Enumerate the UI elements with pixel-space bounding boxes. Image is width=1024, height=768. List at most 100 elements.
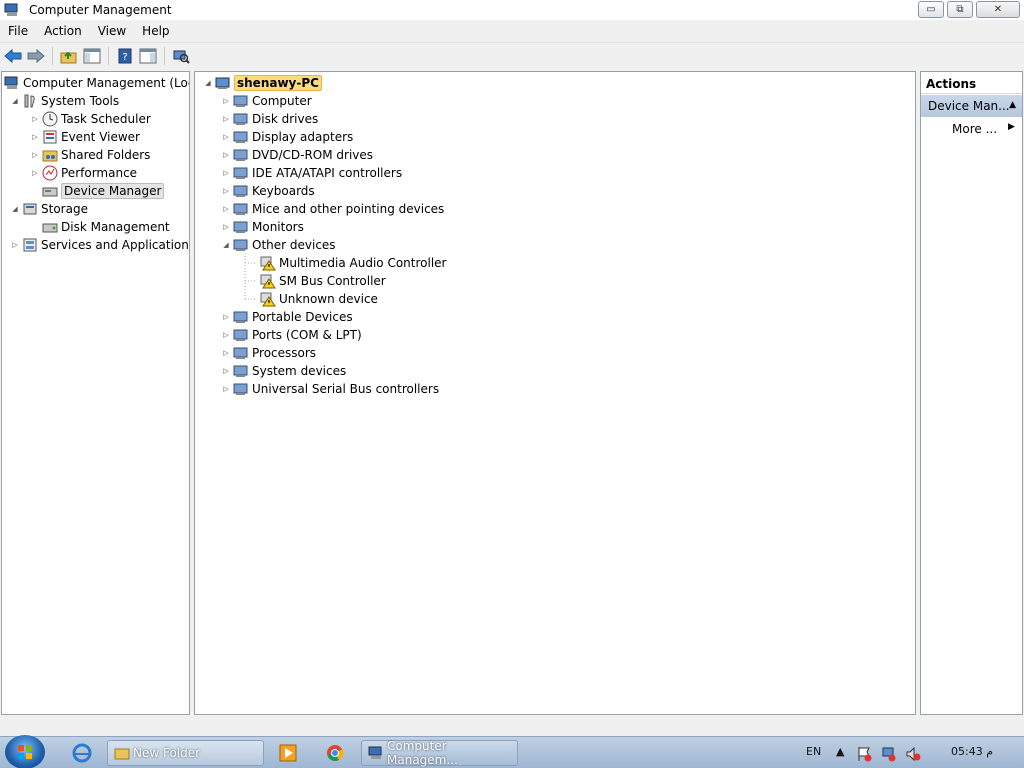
- collapse-arrow-icon[interactable]: ◢: [221, 241, 231, 249]
- collapse-arrow-icon[interactable]: ◢: [10, 205, 20, 213]
- taskbar-computer-management[interactable]: Computer Managem...: [361, 739, 518, 767]
- clock[interactable]: 05:43 م: [951, 745, 993, 758]
- menu-view[interactable]: View: [90, 24, 134, 38]
- device-category-row[interactable]: ▷ Monitors: [221, 218, 304, 236]
- expand-arrow-icon[interactable]: ▷: [221, 151, 231, 159]
- expand-arrow-icon[interactable]: ▷: [30, 115, 40, 123]
- warning-icon: [260, 273, 276, 289]
- language-indicator[interactable]: EN: [806, 745, 821, 758]
- expand-arrow-icon[interactable]: ▷: [221, 187, 231, 195]
- tree-item-storage[interactable]: ◢ Storage: [10, 200, 88, 218]
- device-category-row[interactable]: ▷ Mice and other pointing devices: [221, 200, 444, 218]
- device-category-row[interactable]: ◢ Other devices: [221, 236, 335, 254]
- device-category-row[interactable]: ▷ Universal Serial Bus controllers: [221, 380, 439, 398]
- actions-section-device-manager[interactable]: Device Man... ▲: [921, 95, 1022, 117]
- expand-arrow-icon[interactable]: ▷: [221, 223, 231, 231]
- tree-item-computer-management[interactable]: Computer Management (Local: [4, 74, 189, 92]
- tree-label: Event Viewer: [61, 130, 140, 144]
- menu-bar: File Action View Help: [0, 20, 1024, 41]
- device-category-row[interactable]: ▷ Disk drives: [221, 110, 318, 128]
- internet-explorer-icon[interactable]: [72, 743, 92, 763]
- tree-item-disk-management[interactable]: Disk Management: [42, 218, 170, 236]
- menu-help[interactable]: Help: [134, 24, 177, 38]
- menu-action[interactable]: Action: [36, 24, 90, 38]
- minimize-button[interactable]: ▭: [918, 1, 944, 18]
- collapse-arrow-icon[interactable]: ◢: [203, 79, 213, 87]
- expand-arrow-icon[interactable]: ▷: [221, 331, 231, 339]
- expand-arrow-icon[interactable]: ▷: [221, 385, 231, 393]
- device-category-row[interactable]: Unknown device: [260, 290, 378, 308]
- tree-item-shared-folders[interactable]: ▷ Shared Folders: [30, 146, 150, 164]
- device-category-row[interactable]: ▷ Computer: [221, 92, 311, 110]
- device-category-label: Display adapters: [252, 130, 354, 144]
- network-icon[interactable]: [881, 746, 897, 762]
- svg-text:?: ?: [122, 52, 127, 63]
- show-hide-console-tree-icon[interactable]: [82, 46, 102, 66]
- expand-arrow-icon[interactable]: ▷: [30, 151, 40, 159]
- back-arrow-icon[interactable]: [3, 46, 23, 66]
- device-category-row[interactable]: ▷ Processors: [221, 344, 316, 362]
- tree-item-system-tools[interactable]: ◢ System Tools: [10, 92, 119, 110]
- mouse-icon: [233, 201, 249, 217]
- expand-arrow-icon[interactable]: ▷: [221, 133, 231, 141]
- forward-arrow-icon[interactable]: [26, 46, 46, 66]
- help-icon[interactable]: ?: [115, 46, 135, 66]
- computer-management-icon: [368, 745, 384, 761]
- expand-arrow-icon[interactable]: ▷: [30, 133, 40, 141]
- expand-arrow-icon[interactable]: ▷: [30, 169, 40, 177]
- device-category-row[interactable]: Multimedia Audio Controller: [260, 254, 446, 272]
- close-button[interactable]: ✕: [976, 1, 1020, 18]
- device-category-row[interactable]: ▷ Portable Devices: [221, 308, 352, 326]
- maximize-button[interactable]: ⧉: [947, 1, 973, 18]
- disk-management-icon: [42, 219, 58, 235]
- tree-item-event-viewer[interactable]: ▷ Event Viewer: [30, 128, 140, 146]
- expand-arrow-icon[interactable]: ▷: [221, 97, 231, 105]
- device-category-label: Monitors: [252, 220, 304, 234]
- device-tree-pane: ◢ shenawy-PC ▷ Computer ▷ Disk drives ▷ Displ…: [194, 71, 916, 715]
- collapse-arrow-icon[interactable]: ◢: [10, 97, 20, 105]
- chrome-icon[interactable]: [325, 743, 345, 763]
- expand-arrow-icon[interactable]: ▷: [221, 367, 231, 375]
- expand-arrow-icon[interactable]: ▷: [221, 313, 231, 321]
- dvd-drive-icon: [233, 147, 249, 163]
- device-category-row[interactable]: ▷ IDE ATA/ATAPI controllers: [221, 164, 402, 182]
- device-category-row[interactable]: ▷ Display adapters: [221, 128, 353, 146]
- up-folder-icon[interactable]: [59, 46, 79, 66]
- media-player-icon[interactable]: [278, 743, 298, 763]
- tree-item-performance[interactable]: ▷ Performance: [30, 164, 137, 182]
- computer-management-icon: [4, 2, 20, 18]
- actions-header: Actions: [921, 72, 1022, 94]
- device-category-row[interactable]: ▷ Keyboards: [221, 182, 314, 200]
- start-button[interactable]: [5, 735, 45, 768]
- device-category-label: Universal Serial Bus controllers: [252, 382, 440, 396]
- volume-muted-icon[interactable]: [905, 746, 921, 762]
- device-category-row[interactable]: ▷ System devices: [221, 362, 346, 380]
- device-category-row[interactable]: ▷ DVD/CD-ROM drives: [221, 146, 373, 164]
- tree-label: Shared Folders: [61, 148, 151, 162]
- expand-arrow-icon[interactable]: ▷: [221, 205, 231, 213]
- device-category-label: IDE ATA/ATAPI controllers: [252, 166, 403, 180]
- tree-item-device-manager[interactable]: Device Manager: [42, 182, 165, 200]
- status-bar: [0, 716, 1024, 736]
- device-category-row[interactable]: SM Bus Controller: [260, 272, 386, 290]
- taskbar-new-folder[interactable]: New Folder: [107, 740, 264, 766]
- show-hide-action-pane-icon[interactable]: [138, 46, 158, 66]
- show-hidden-icons-icon[interactable]: ▲: [836, 745, 844, 758]
- tree-item-task-scheduler[interactable]: ▷ Task Scheduler: [30, 110, 151, 128]
- action-center-icon[interactable]: [857, 746, 873, 762]
- close-icon: ✕: [993, 4, 1003, 15]
- scan-hardware-icon[interactable]: [171, 46, 191, 66]
- expand-arrow-icon[interactable]: ▷: [10, 241, 20, 249]
- device-category-row[interactable]: ▷ Ports (COM & LPT): [221, 326, 361, 344]
- collapse-up-icon[interactable]: ▲: [1009, 100, 1016, 110]
- more-actions-link[interactable]: More ... ▶: [952, 122, 1015, 136]
- menu-file[interactable]: File: [0, 24, 36, 38]
- expand-arrow-icon[interactable]: ▷: [221, 349, 231, 357]
- computer-icon: [233, 93, 249, 109]
- expand-arrow-icon[interactable]: ▷: [221, 115, 231, 123]
- tree-item-services-applications[interactable]: ▷ Services and Applications: [10, 236, 189, 254]
- disk-drive-icon: [233, 111, 249, 127]
- toolbar-separator: [164, 46, 165, 65]
- expand-arrow-icon[interactable]: ▷: [221, 169, 231, 177]
- device-tree-root[interactable]: ◢ shenawy-PC: [203, 74, 322, 92]
